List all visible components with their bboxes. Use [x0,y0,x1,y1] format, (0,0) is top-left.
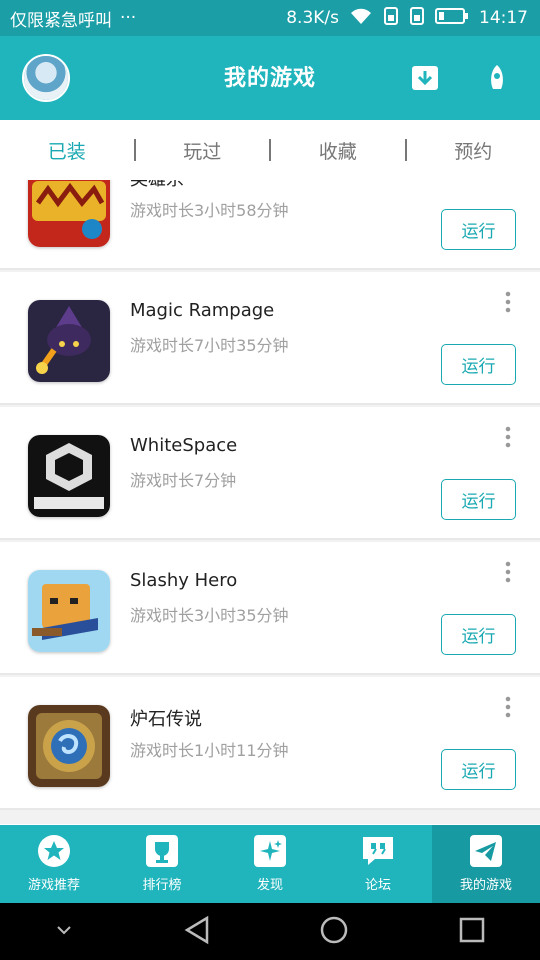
page-title: 我的游戏 [223,66,316,91]
game-title: 炉石传说 [130,709,202,730]
list-item[interactable]: WhiteSpace 游戏时长7分钟 运行 [0,407,540,540]
rocket-icon[interactable] [482,63,512,93]
sparkle-icon [253,834,287,868]
app-header: 我的游戏 [0,36,540,120]
network-speed: 8.3K/s [286,8,339,28]
play-time: 游戏时长1小时11分钟 [130,741,289,760]
wifi-icon [349,7,373,30]
status-bar: 仅限紧急呼叫 ··· 8.3K/s 14:17 [0,0,540,36]
run-button[interactable]: 运行 [441,209,516,250]
hearthstone-icon [28,705,110,787]
game-title: Slashy Hero [130,570,238,591]
tab-favorites[interactable]: 收藏 [271,137,405,164]
game-title: 英雄杀 [130,180,184,191]
tab-reservations[interactable]: 预约 [407,137,540,164]
battery-icon [435,7,469,30]
whitespace-icon [28,435,110,517]
tab-played[interactable]: 玩过 [136,137,270,164]
run-button[interactable]: 运行 [441,344,516,385]
nav-label: 论坛 [364,878,391,893]
star-icon [37,834,71,868]
download-icon[interactable] [410,63,440,93]
nav-label: 游戏推荐 [27,878,80,893]
game-title: WhiteSpace [130,435,238,456]
more-vertical-icon[interactable] [503,560,513,584]
nav-discover[interactable]: 发现 [216,825,324,903]
play-time: 游戏时长3小时35分钟 [130,606,289,625]
recents-icon[interactable] [458,916,486,948]
heroes-kill-icon [28,180,110,247]
game-title: Magic Rampage [130,300,275,321]
run-button[interactable]: 运行 [441,614,516,655]
nav-leaderboard[interactable]: 排行榜 [108,825,216,903]
magic-rampage-icon [28,300,110,382]
paper-plane-icon [469,834,503,868]
bottom-navigation: 游戏推荐 排行榜 发现 论坛 我的游戏 [0,825,540,903]
sim2-icon [409,6,425,31]
nav-label: 我的游戏 [459,878,512,893]
game-list[interactable]: 英雄杀 游戏时长3小时58分钟 运行 Magic Rampage 游戏时长7小时… [0,180,540,824]
trophy-icon [145,834,179,868]
chevron-down-icon[interactable] [54,922,74,941]
back-icon[interactable] [183,915,211,949]
list-item[interactable]: Magic Rampage 游戏时长7小时35分钟 运行 [0,272,540,405]
nav-game-recommend[interactable]: 游戏推荐 [0,825,108,903]
nav-label: 排行榜 [142,878,182,893]
carrier-text: 仅限紧急呼叫 [10,10,112,31]
run-button[interactable]: 运行 [441,749,516,790]
list-item[interactable]: 炉石传说 游戏时长1小时11分钟 运行 [0,677,540,810]
play-time: 游戏时长3小时58分钟 [130,201,289,220]
play-time: 游戏时长7分钟 [130,471,237,490]
nav-label: 发现 [256,878,283,893]
list-item[interactable]: 英雄杀 游戏时长3小时58分钟 运行 [0,180,540,270]
slashy-hero-icon [28,570,110,652]
more-vertical-icon[interactable] [503,290,513,314]
nav-forum[interactable]: 论坛 [324,825,432,903]
quote-icon [361,834,395,868]
sim1-icon [383,6,399,31]
run-button[interactable]: 运行 [441,479,516,520]
play-time: 游戏时长7小时35分钟 [130,336,289,355]
clock: 14:17 [479,8,528,28]
tab-installed[interactable]: 已装 [0,137,134,164]
system-navigation-bar [0,903,540,960]
nav-my-games[interactable]: 我的游戏 [432,825,540,903]
more-notifications: ··· [120,8,137,28]
category-tabs: 已装 玩过 收藏 预约 [0,120,540,180]
more-vertical-icon[interactable] [503,695,513,719]
home-icon[interactable] [319,915,349,949]
list-item[interactable]: Slashy Hero 游戏时长3小时35分钟 运行 [0,542,540,675]
more-vertical-icon[interactable] [503,425,513,449]
